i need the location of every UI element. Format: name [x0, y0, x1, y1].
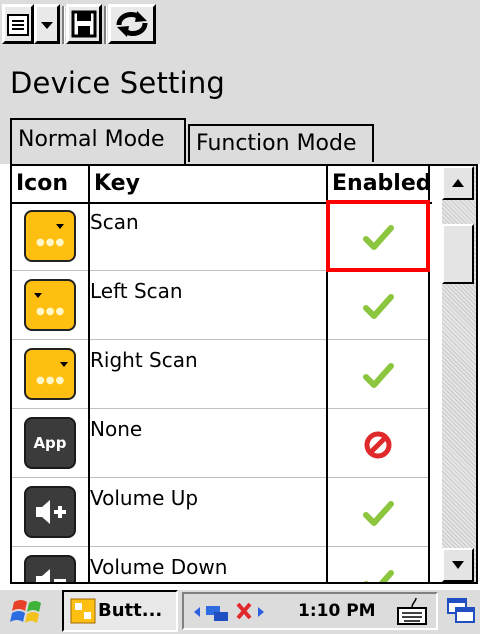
- check-icon[interactable]: [360, 496, 396, 532]
- keyboard-button[interactable]: [394, 594, 430, 628]
- header-enabled[interactable]: Enabled: [328, 166, 432, 202]
- app-task-icon: [70, 598, 96, 624]
- scroll-thumb[interactable]: [442, 224, 474, 284]
- toolbar: [0, 0, 480, 56]
- clock: 1:10 PM: [298, 601, 376, 621]
- scroll-up-button[interactable]: [442, 166, 474, 200]
- table-row[interactable]: Volume Down: [12, 547, 430, 584]
- table-row[interactable]: App None: [12, 409, 430, 478]
- arrow-up-icon: [452, 179, 464, 187]
- key-label: Left Scan: [90, 279, 183, 303]
- scan-key-icon: ●●●: [24, 210, 76, 262]
- table-header: Icon Key Enabled: [12, 166, 432, 204]
- page-title: Device Setting: [10, 66, 226, 100]
- app-key-icon: App: [24, 417, 76, 469]
- speaker-minus-icon: [36, 569, 66, 582]
- switch-windows-button[interactable]: [444, 594, 478, 628]
- key-label: None: [90, 417, 143, 441]
- table-row[interactable]: Volume Up: [12, 478, 430, 547]
- save-button[interactable]: [66, 4, 102, 44]
- table-row[interactable]: ●●● Left Scan: [12, 271, 430, 340]
- tab-function-mode[interactable]: Function Mode: [188, 124, 374, 162]
- disabled-icon[interactable]: [360, 427, 396, 463]
- windows-icon: [447, 598, 475, 623]
- key-label: Volume Up: [90, 486, 199, 510]
- keyboard-icon: [397, 597, 427, 625]
- arrow-down-icon: [452, 561, 464, 569]
- list-menu-icon: [7, 14, 29, 36]
- header-icon[interactable]: Icon: [12, 166, 90, 202]
- header-key[interactable]: Key: [90, 166, 328, 202]
- table-row[interactable]: ●●● Right Scan: [12, 340, 430, 409]
- chevron-down-icon: [41, 22, 53, 29]
- key-label: Right Scan: [90, 348, 198, 372]
- check-icon[interactable]: [360, 289, 396, 325]
- column-divider: [88, 202, 90, 582]
- network-status-icon[interactable]: [188, 600, 298, 624]
- windows-flag-icon: [10, 600, 41, 623]
- right-scan-key-icon: ●●●: [24, 348, 76, 400]
- left-scan-key-icon: ●●●: [24, 279, 76, 331]
- speaker-plus-icon: [36, 500, 66, 524]
- refresh-button[interactable]: [108, 4, 156, 44]
- vertical-scrollbar[interactable]: [442, 166, 476, 582]
- save-icon: [71, 10, 97, 38]
- refresh-icon: [116, 11, 148, 37]
- highlight-box: [326, 200, 430, 272]
- scroll-down-button[interactable]: [442, 548, 474, 582]
- key-label: Scan: [90, 210, 139, 234]
- start-button[interactable]: [6, 592, 54, 630]
- task-label: Butt...: [98, 600, 163, 621]
- menu-button[interactable]: [2, 4, 34, 44]
- key-label: Volume Down: [90, 555, 228, 579]
- tab-normal-mode[interactable]: Normal Mode: [10, 118, 186, 164]
- menu-dropdown-button[interactable]: [34, 4, 60, 44]
- check-icon[interactable]: [360, 565, 396, 584]
- volume-up-key-icon: [24, 486, 76, 538]
- volume-down-key-icon: [24, 555, 76, 582]
- check-icon[interactable]: [360, 358, 396, 394]
